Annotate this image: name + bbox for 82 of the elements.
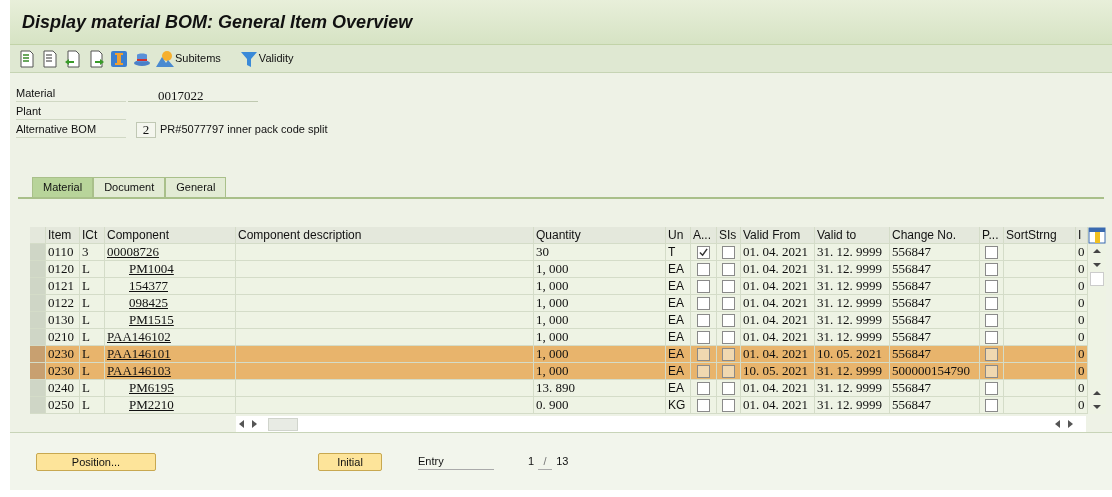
checkbox[interactable]: [722, 347, 735, 361]
checkbox[interactable]: [722, 381, 735, 395]
material-field[interactable]: 0017022: [128, 85, 258, 102]
window-title: Display material BOM: General Item Overview: [22, 10, 413, 34]
toolbar-icon-button[interactable]: [87, 49, 105, 68]
horizontal-scrollbar[interactable]: [236, 416, 1086, 432]
checkbox[interactable]: [985, 296, 998, 310]
checkbox[interactable]: [697, 279, 710, 293]
document-icon: [18, 49, 36, 68]
component-link[interactable]: PAA146102: [107, 329, 171, 345]
checkbox[interactable]: [697, 313, 710, 327]
checkbox[interactable]: [722, 398, 735, 412]
component-link[interactable]: PM2210: [129, 397, 174, 413]
scroll-thumb[interactable]: [1090, 272, 1104, 286]
table-cell: KG: [666, 397, 691, 414]
initial-button[interactable]: Initial: [318, 452, 382, 471]
toolbar-icon-button[interactable]: [110, 49, 128, 68]
table-cell: 31. 12. 9999: [815, 397, 890, 414]
checkbox[interactable]: [985, 347, 998, 361]
checkbox[interactable]: [697, 296, 710, 310]
mountain-icon: [156, 49, 174, 68]
checkbox[interactable]: [722, 364, 735, 378]
filter-icon: [239, 49, 258, 68]
toolbar-icon-button[interactable]: [18, 49, 36, 68]
page-total: 13: [556, 454, 569, 470]
checkbox[interactable]: [985, 313, 998, 327]
table-cell: L: [80, 397, 105, 414]
checkbox[interactable]: [697, 245, 710, 259]
checkbox[interactable]: [985, 398, 998, 412]
tab[interactable]: Material: [32, 177, 94, 197]
field-label: Material: [16, 84, 126, 103]
position-button[interactable]: Position...: [36, 452, 156, 471]
table-cell: 01. 04. 2021: [741, 397, 815, 414]
checkbox[interactable]: [722, 296, 735, 310]
checkbox[interactable]: [985, 245, 998, 259]
toolbar-icon-button[interactable]: [64, 49, 82, 68]
checkbox[interactable]: [985, 330, 998, 344]
checkbox[interactable]: [985, 364, 998, 378]
checkbox[interactable]: [697, 381, 710, 395]
checkbox[interactable]: [697, 330, 710, 344]
checkbox[interactable]: [697, 364, 710, 378]
checkbox[interactable]: [722, 313, 735, 327]
component-link[interactable]: PM1515: [129, 312, 174, 328]
entry-field[interactable]: Entry: [418, 452, 494, 471]
field-label: Alternative BOM: [16, 120, 126, 139]
component-link[interactable]: PM1004: [129, 261, 174, 277]
column-settings-icon[interactable]: [1088, 227, 1106, 244]
tab[interactable]: Document: [93, 177, 166, 197]
component-link[interactable]: PAA146101: [107, 346, 171, 362]
toolbar-button[interactable]: Subitems: [156, 49, 221, 68]
checkmark-icon: [699, 247, 708, 257]
tab[interactable]: General: [165, 177, 227, 197]
document-icon: [41, 49, 59, 68]
checkbox[interactable]: [722, 262, 735, 276]
component-link[interactable]: PM6195: [129, 380, 174, 396]
checkbox[interactable]: [697, 262, 710, 276]
scroll-thumb[interactable]: [268, 417, 298, 431]
alternative-bom-field[interactable]: 2: [136, 121, 156, 138]
table-cell: 0. 900: [534, 397, 666, 414]
component-link[interactable]: PAA146103: [107, 363, 171, 379]
document-arrow-icon: [87, 49, 105, 68]
component-link[interactable]: 00008726: [107, 244, 159, 260]
toolbar-icon-button[interactable]: [41, 49, 59, 68]
field-label: Plant: [16, 102, 126, 121]
checkbox[interactable]: [985, 279, 998, 293]
toolbar-button[interactable]: Validity: [239, 49, 294, 68]
bom-description: PR#5077797 inner pack code split: [160, 122, 328, 138]
document-arrow-icon: [64, 49, 82, 68]
bracket-icon: [110, 49, 128, 68]
component-link[interactable]: 154377: [129, 278, 168, 294]
table-cell: 0250: [46, 397, 80, 414]
checkbox[interactable]: [722, 279, 735, 293]
component-link[interactable]: 098425: [129, 295, 168, 311]
checkbox[interactable]: [697, 398, 710, 412]
checkbox[interactable]: [722, 245, 735, 259]
page-number: 1: [528, 454, 535, 470]
checkbox[interactable]: [985, 381, 998, 395]
table-cell: 556847: [890, 397, 980, 414]
checkbox[interactable]: [697, 347, 710, 361]
checkbox[interactable]: [985, 262, 998, 276]
page-separator: /: [538, 452, 553, 471]
checkbox[interactable]: [722, 330, 735, 344]
